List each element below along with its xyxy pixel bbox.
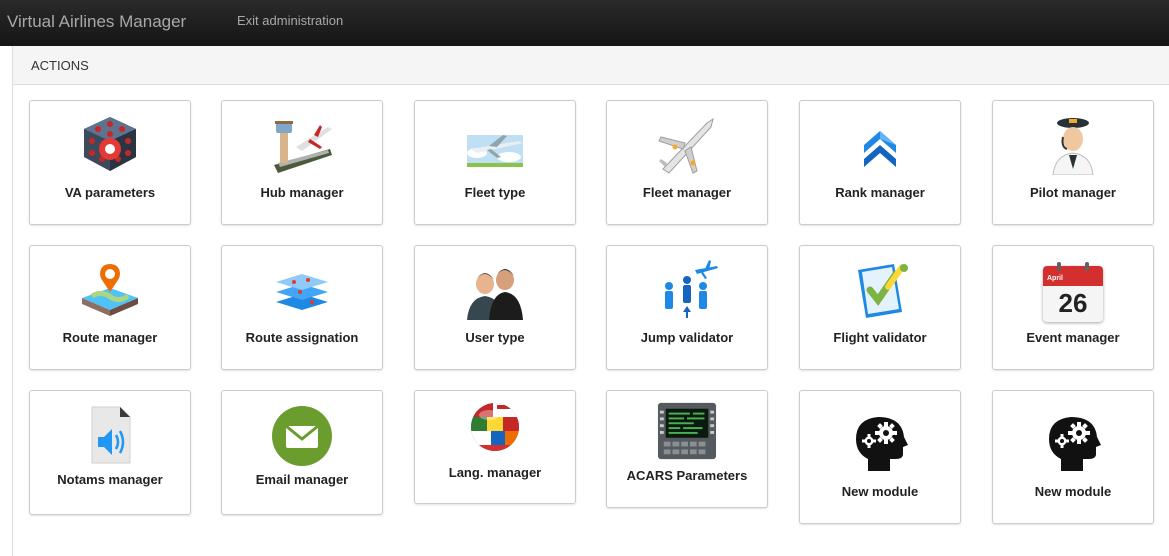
module-tile-new-module[interactable]: New module	[799, 390, 961, 524]
module-label: Notams manager	[57, 472, 163, 487]
module-label: Fleet type	[464, 185, 526, 200]
jump-people-icon	[665, 260, 718, 318]
module-tile-new-module-2[interactable]: New module	[992, 390, 1154, 524]
actions-panel-heading: ACTIONS	[12, 46, 1169, 85]
module-label: New module	[841, 484, 919, 499]
module-label: Pilot manager	[1030, 185, 1116, 200]
module-label: Fleet manager	[642, 185, 732, 200]
module-label: Lang. manager	[448, 465, 542, 480]
airplane-icon	[658, 117, 714, 174]
module-tile-route-manager[interactable]: Route manager	[29, 245, 191, 370]
module-tile-jump-validator[interactable]: Jump validator	[606, 245, 768, 370]
panel-border	[12, 85, 13, 556]
module-tile-fleet-type[interactable]: Fleet type	[414, 100, 576, 225]
module-label: Hub manager	[260, 185, 344, 200]
module-label: Email manager	[255, 472, 349, 487]
module-tile-hub-manager[interactable]: Hub manager	[221, 100, 383, 225]
module-label: Route assignation	[245, 330, 359, 345]
calendar-day: 26	[1058, 288, 1088, 318]
module-label: New module	[1034, 484, 1112, 499]
checklist-icon	[858, 264, 908, 318]
module-label: VA parameters	[64, 185, 156, 200]
head-gears-icon	[856, 417, 908, 471]
module-label: Rank manager	[835, 185, 925, 200]
module-label: ACARS Parameters	[626, 468, 748, 483]
module-tile-email-manager[interactable]: Email manager	[221, 390, 383, 515]
users-icon	[467, 269, 523, 320]
chevron-rank-icon	[864, 131, 896, 167]
module-tile-pilot-manager[interactable]: Pilot manager	[992, 100, 1154, 225]
module-label: Route manager	[62, 330, 158, 345]
layered-maps-icon	[276, 274, 328, 310]
module-tile-acars-parameters[interactable]: ACARS Parameters	[606, 390, 768, 508]
exit-administration-link[interactable]: Exit administration	[237, 13, 343, 28]
envelope-icon	[272, 406, 332, 466]
module-label: Flight validator	[833, 330, 927, 345]
module-tile-route-assignation[interactable]: Route assignation	[221, 245, 383, 370]
map-pin-icon	[82, 264, 138, 316]
airplane-sky-icon	[467, 135, 523, 167]
calendar-month: April	[1047, 275, 1063, 282]
module-tile-notams-manager[interactable]: Notams manager	[29, 390, 191, 515]
acars-screen-icon	[657, 402, 717, 460]
brand-link[interactable]: Virtual Airlines Manager	[7, 12, 186, 32]
pilot-icon	[1052, 118, 1094, 175]
airport-tower-icon	[274, 121, 332, 173]
panel-title: ACTIONS	[31, 58, 89, 73]
module-tile-va-parameters[interactable]: VA parameters	[29, 100, 191, 225]
calendar-icon: April 26	[1043, 262, 1103, 322]
cube-icon	[84, 117, 136, 171]
module-label: Event manager	[1026, 330, 1120, 345]
module-tile-lang-manager[interactable]: Lang. manager	[414, 390, 576, 504]
top-navbar: Virtual Airlines Manager Exit administra…	[0, 0, 1169, 46]
module-label: Jump validator	[640, 330, 734, 345]
audio-file-icon	[91, 406, 131, 464]
module-tile-rank-manager[interactable]: Rank manager	[799, 100, 961, 225]
module-tile-user-type[interactable]: User type	[414, 245, 576, 370]
module-tile-fleet-manager[interactable]: Fleet manager	[606, 100, 768, 225]
module-tile-event-manager[interactable]: April 26 Event manager	[992, 245, 1154, 370]
flags-globe-icon	[471, 403, 519, 451]
head-gears-icon	[1049, 417, 1101, 471]
module-label: User type	[465, 330, 525, 345]
module-tile-flight-validator[interactable]: Flight validator	[799, 245, 961, 370]
